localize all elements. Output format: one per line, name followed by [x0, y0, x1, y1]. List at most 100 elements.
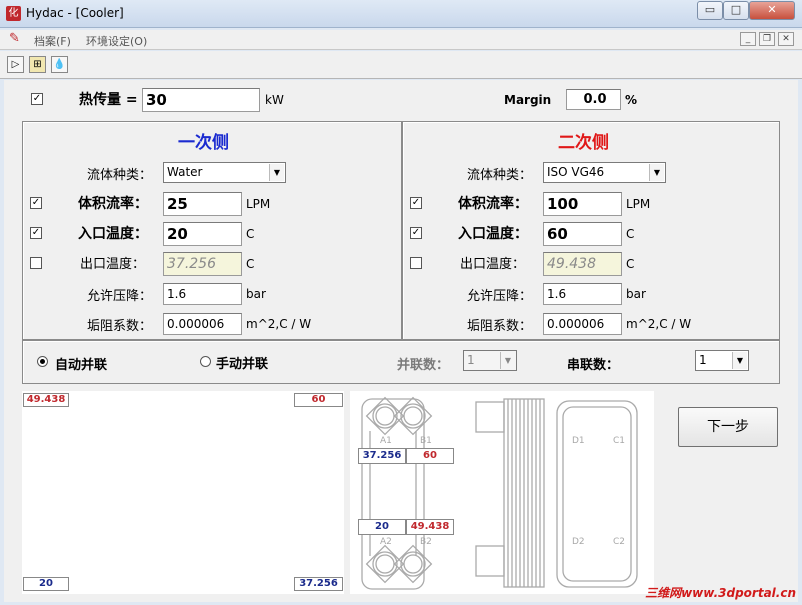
margin-input[interactable]: 0.0 — [566, 89, 621, 110]
next-step-button[interactable]: 下一步 — [678, 407, 778, 447]
secondary-fouling-input[interactable]: 0.000006 — [543, 313, 622, 335]
secondary-dp-input[interactable]: 1.6 — [543, 283, 622, 305]
series-count-label: 串联数： — [567, 358, 620, 373]
a2-temperature: 20 — [358, 519, 406, 535]
manual-parallel-radio[interactable] — [200, 356, 211, 367]
primary-flow-checkbox[interactable]: ✓ — [30, 197, 42, 209]
check-icon: ✓ — [32, 93, 42, 104]
b1-temperature: 60 — [406, 448, 454, 464]
secondary-fouling-label: 垢阻系数： — [467, 319, 533, 334]
secondary-outlet-input: 49.438 — [543, 252, 622, 276]
primary-flow-input[interactable]: 25 — [163, 192, 242, 216]
secondary-heading: 二次侧 — [558, 133, 609, 153]
port-c2-label: C2 — [613, 537, 626, 547]
primary-flow-label: 体积流率： — [78, 196, 148, 212]
port-d2-label: D2 — [572, 537, 585, 547]
plot-top-left-value: 49.438 — [23, 393, 69, 407]
secondary-flow-unit: LPM — [626, 197, 651, 211]
primary-dp-input[interactable]: 1.6 — [163, 283, 242, 305]
toolbar: ▷ ⊞ 💧 — [0, 51, 802, 79]
primary-dp-label: 允许压降： — [87, 289, 153, 304]
close-icon: ✕ — [767, 3, 777, 16]
secondary-dp-unit: bar — [626, 287, 646, 301]
primary-fluid-value: Water — [167, 165, 203, 179]
secondary-outlet-checkbox[interactable] — [410, 257, 422, 269]
chevron-down-icon: ▼ — [649, 164, 664, 181]
mdi-restore-button[interactable]: ❐ — [759, 32, 775, 46]
primary-fluid-label: 流体种类： — [87, 168, 153, 183]
primary-fouling-unit: m^2,C / W — [246, 317, 312, 331]
primary-inlet-checkbox[interactable]: ✓ — [30, 227, 42, 239]
plot-top-right-value: 60 — [294, 393, 343, 407]
parallel-count-select: 1 ▼ — [463, 350, 517, 371]
auto-parallel-label: 自动并联 — [55, 358, 108, 373]
close-button[interactable]: ✕ — [749, 1, 795, 20]
primary-fouling-label: 垢阻系数： — [87, 319, 153, 334]
window-title: Hydac - [Cooler] — [26, 6, 124, 20]
secondary-inlet-unit: C — [626, 227, 635, 241]
secondary-flow-input[interactable]: 100 — [543, 192, 622, 216]
app-icon: 化 — [6, 6, 21, 21]
primary-outlet-label: 出口温度： — [80, 257, 146, 272]
check-icon: ✓ — [411, 227, 421, 238]
port-b2-label: B2 — [420, 537, 432, 547]
primary-inlet-label: 入口温度： — [78, 226, 148, 242]
secondary-fluid-label: 流体种类： — [467, 168, 533, 183]
port-a2-label: A2 — [380, 537, 392, 547]
check-icon: ✓ — [411, 197, 421, 208]
port-c1-label: C1 — [613, 436, 626, 446]
primary-fouling-input[interactable]: 0.000006 — [163, 313, 242, 335]
chevron-down-icon: ▼ — [500, 352, 515, 369]
maximize-icon: □ — [730, 3, 742, 16]
port-b1-label: B1 — [420, 436, 432, 446]
temperature-plot — [22, 391, 344, 594]
maximize-button[interactable]: □ — [723, 1, 749, 20]
minimize-icon: ▭ — [704, 3, 716, 16]
primary-inlet-input[interactable]: 20 — [163, 222, 242, 246]
mdi-close-button[interactable]: ✕ — [778, 32, 794, 46]
pen-icon: ✎ — [9, 31, 20, 46]
secondary-fouling-unit: m^2,C / W — [626, 317, 692, 331]
menu-settings[interactable]: 环境设定(O) — [86, 33, 147, 49]
primary-inlet-unit: C — [246, 227, 255, 241]
menu-file[interactable]: 档案(F) — [34, 33, 71, 49]
menu-bar: ✎ 档案(F) 环境设定(O) _ ❐ ✕ — [0, 30, 802, 50]
secondary-fluid-value: ISO VG46 — [547, 165, 605, 179]
secondary-inlet-checkbox[interactable]: ✓ — [410, 227, 422, 239]
manual-parallel-label: 手动并联 — [216, 357, 269, 372]
parallel-count-value: 1 — [467, 353, 475, 367]
secondary-outlet-unit: C — [626, 257, 635, 271]
primary-fluid-select[interactable]: Water ▼ — [163, 162, 286, 183]
secondary-inlet-input[interactable]: 60 — [543, 222, 622, 246]
secondary-outlet-label: 出口温度： — [460, 257, 526, 272]
mdi-minimize-button[interactable]: _ — [740, 32, 756, 46]
chevron-down-icon: ▼ — [732, 352, 747, 369]
primary-heading: 一次侧 — [178, 133, 229, 153]
minimize-button[interactable]: ▭ — [697, 1, 723, 20]
drop-icon[interactable]: 💧 — [51, 56, 68, 73]
port-d1-label: D1 — [572, 436, 585, 446]
play-icon[interactable]: ▷ — [7, 56, 24, 73]
primary-outlet-checkbox[interactable] — [30, 257, 42, 269]
chevron-down-icon: ▼ — [269, 164, 284, 181]
check-icon: ✓ — [31, 197, 41, 208]
primary-flow-unit: LPM — [246, 197, 271, 211]
primary-outlet-unit: C — [246, 257, 255, 271]
series-count-value: 1 — [699, 353, 707, 367]
margin-label: Margin — [504, 93, 552, 107]
secondary-inlet-label: 入口温度： — [458, 226, 528, 242]
check-icon: ✓ — [31, 227, 41, 238]
heat-checkbox[interactable]: ✓ — [31, 93, 43, 105]
network-icon[interactable]: ⊞ — [29, 56, 46, 73]
auto-parallel-radio[interactable] — [37, 356, 48, 367]
series-count-select[interactable]: 1 ▼ — [695, 350, 749, 371]
heat-input[interactable]: 30 — [142, 88, 260, 112]
secondary-fluid-select[interactable]: ISO VG46 ▼ — [543, 162, 666, 183]
a1-temperature: 37.256 — [358, 448, 406, 464]
plot-bottom-left-value: 20 — [23, 577, 69, 591]
primary-dp-unit: bar — [246, 287, 266, 301]
heat-label: 热传量 = — [79, 92, 138, 108]
parallel-count-label: 并联数： — [397, 358, 450, 373]
radio-dot-icon — [40, 359, 45, 364]
secondary-flow-checkbox[interactable]: ✓ — [410, 197, 422, 209]
